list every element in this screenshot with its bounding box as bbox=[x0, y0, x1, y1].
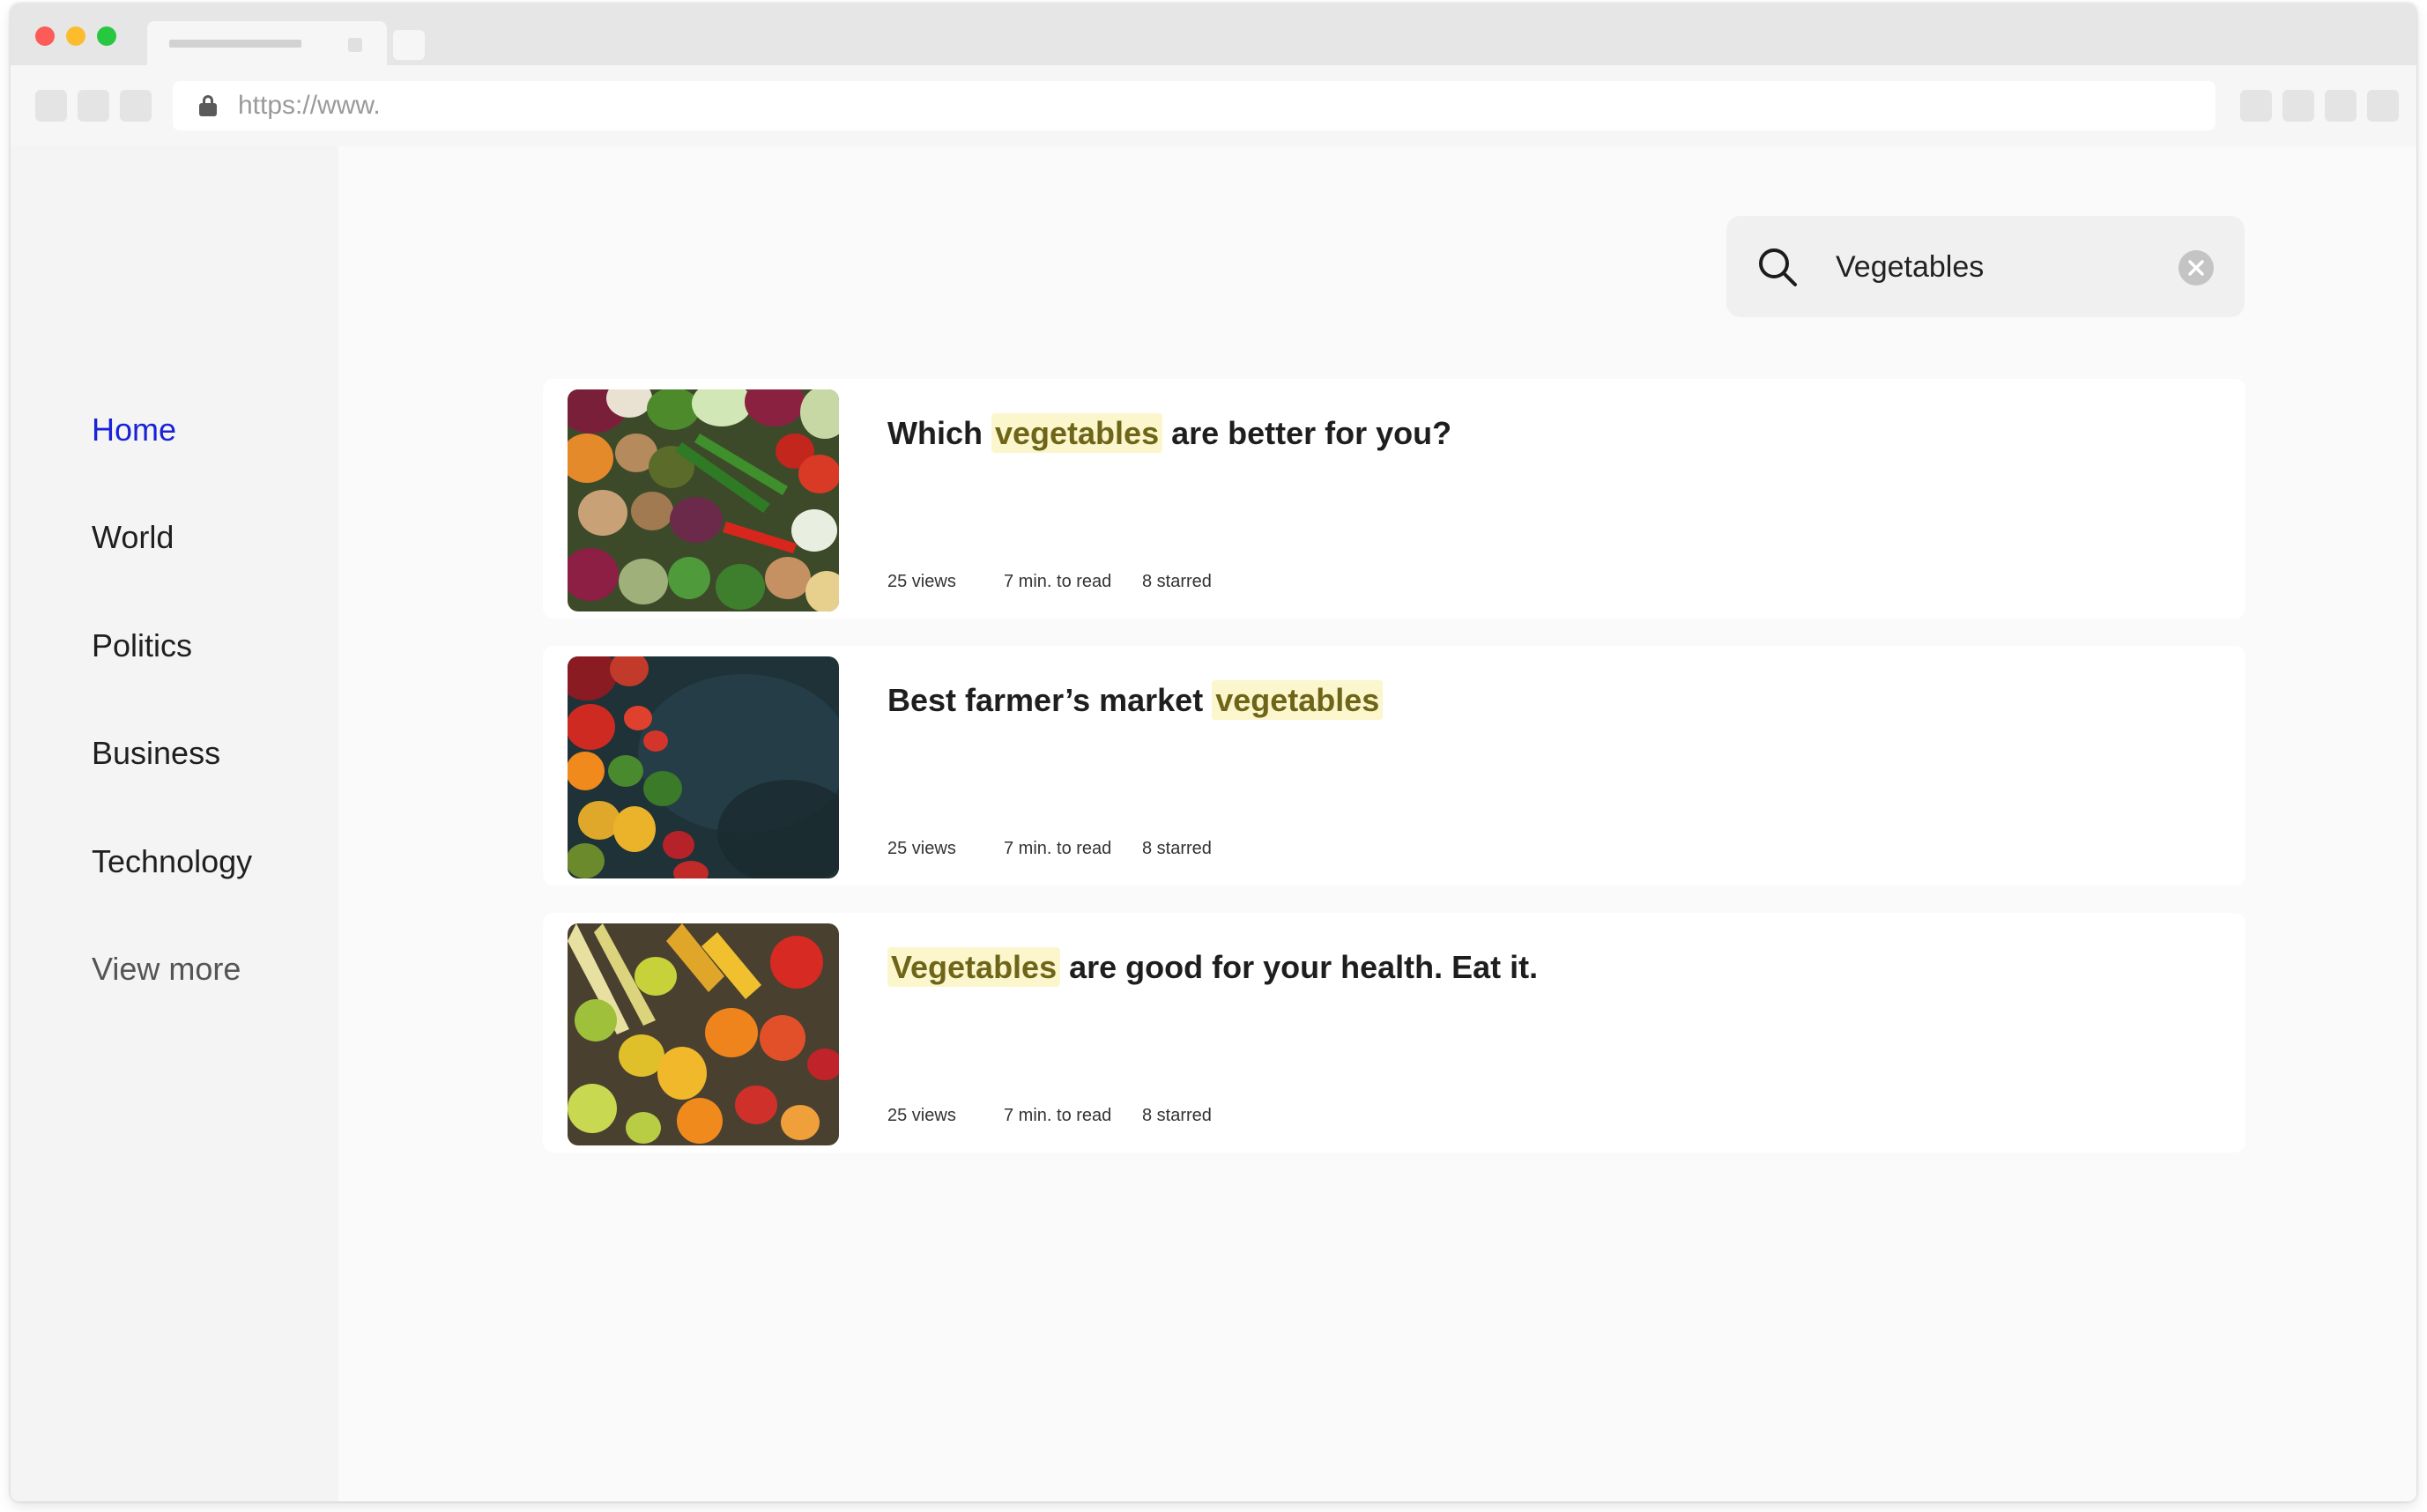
sidebar-nav: Home World Politics Business Technology … bbox=[11, 146, 338, 1501]
sidebar-item-politics[interactable]: Politics bbox=[92, 628, 192, 663]
result-card[interactable]: Best farmer’s market vegetables 25 views… bbox=[543, 646, 2245, 886]
address-bar[interactable]: https://www. bbox=[173, 81, 2215, 130]
extension-button-1[interactable] bbox=[2240, 90, 2272, 122]
browser-toolbar: https://www. bbox=[11, 65, 2416, 146]
result-thumbnail-mixed-vegetables bbox=[568, 389, 839, 611]
extension-button-3[interactable] bbox=[2325, 90, 2356, 122]
clear-search-icon[interactable] bbox=[2178, 249, 2215, 286]
sidebar-item-home[interactable]: Home bbox=[92, 412, 176, 448]
result-card[interactable]: Vegetables are good for your health. Eat… bbox=[543, 913, 2245, 1153]
main-content: Which vegetables are better for you? 25 … bbox=[338, 146, 2416, 1501]
read-time: 7 min. to read bbox=[1004, 839, 1112, 858]
read-time: 7 min. to read bbox=[1004, 572, 1112, 591]
sidebar-item-technology[interactable]: Technology bbox=[92, 844, 252, 879]
title-text: are better for you? bbox=[1162, 415, 1452, 451]
result-card[interactable]: Which vegetables are better for you? 25 … bbox=[543, 379, 2245, 619]
title-bar bbox=[11, 4, 2416, 65]
result-thumbnail-market-vegetables bbox=[568, 656, 839, 878]
browser-window: https://www. Home World Politics Busines… bbox=[11, 4, 2416, 1501]
result-title[interactable]: Best farmer’s market vegetables bbox=[887, 679, 1384, 722]
lock-icon bbox=[199, 95, 217, 116]
read-time: 7 min. to read bbox=[1004, 1106, 1112, 1125]
back-button[interactable] bbox=[35, 90, 67, 122]
minimize-window-button[interactable] bbox=[66, 26, 85, 46]
search-term-highlight: vegetables bbox=[1212, 680, 1384, 720]
close-window-button[interactable] bbox=[35, 26, 55, 46]
search-input[interactable] bbox=[1836, 246, 2171, 288]
maximize-window-button[interactable] bbox=[97, 26, 116, 46]
result-title[interactable]: Which vegetables are better for you? bbox=[887, 412, 1451, 455]
new-tab-button[interactable] bbox=[393, 30, 425, 60]
tab-close-icon[interactable] bbox=[348, 38, 362, 52]
search-icon[interactable] bbox=[1756, 246, 1799, 288]
result-thumbnail-colorful-vegetables bbox=[568, 923, 839, 1145]
views-count: 25 views bbox=[887, 572, 956, 591]
browser-tab[interactable] bbox=[147, 21, 387, 65]
sidebar-item-business[interactable]: Business bbox=[92, 736, 220, 771]
extension-button-2[interactable] bbox=[2282, 90, 2314, 122]
sidebar-item-view-more[interactable]: View more bbox=[92, 952, 241, 987]
forward-button[interactable] bbox=[78, 90, 109, 122]
sidebar-item-world[interactable]: World bbox=[92, 520, 174, 555]
title-text: Best farmer’s market bbox=[887, 682, 1213, 718]
views-count: 25 views bbox=[887, 839, 956, 858]
title-text: are good for your health. Eat it. bbox=[1060, 949, 1539, 985]
starred-count: 8 starred bbox=[1142, 1106, 1212, 1125]
search-term-highlight: vegetables bbox=[991, 413, 1163, 453]
search-term-highlight: Vegetables bbox=[887, 947, 1061, 987]
search-box bbox=[1726, 216, 2245, 317]
tab-title-placeholder bbox=[169, 40, 301, 48]
starred-count: 8 starred bbox=[1142, 839, 1212, 858]
starred-count: 8 starred bbox=[1142, 572, 1212, 591]
title-text: Which bbox=[887, 415, 991, 451]
views-count: 25 views bbox=[887, 1106, 956, 1125]
url-text[interactable]: https://www. bbox=[238, 93, 381, 119]
result-title[interactable]: Vegetables are good for your health. Eat… bbox=[887, 946, 1538, 989]
reload-button[interactable] bbox=[120, 90, 152, 122]
extension-button-4[interactable] bbox=[2367, 90, 2399, 122]
